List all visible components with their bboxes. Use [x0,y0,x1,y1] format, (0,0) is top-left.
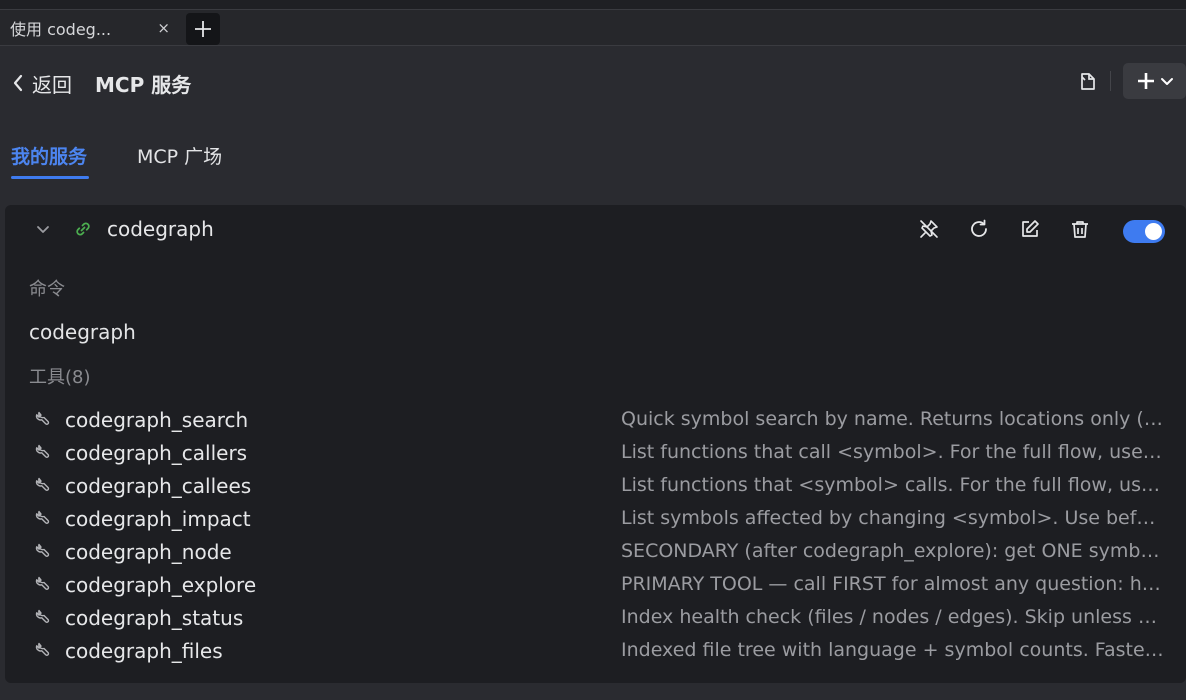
enable-toggle[interactable] [1123,220,1165,243]
tool-row: codegraph_files Indexed file tree with l… [5,634,1186,667]
tool-name: codegraph_explore [65,572,257,597]
back-label: 返回 [32,72,72,97]
tab-mcp-market[interactable]: MCP 广场 [137,130,222,180]
link-icon [72,218,94,240]
tool-name: codegraph_search [65,407,249,432]
document-icon [1081,73,1095,90]
tool-row: codegraph_impact List symbols affected b… [5,502,1186,535]
browser-tab-bar: 使用 codeg... × [0,10,1186,46]
wrench-icon [31,607,51,627]
page-header: 返回 MCP 服务 [0,47,1186,119]
edit-icon [1022,220,1039,237]
back-button[interactable]: 返回 [12,69,72,97]
plus-icon [1137,73,1154,89]
new-tab-button[interactable] [186,13,220,45]
unpin-button[interactable] [917,217,941,241]
plus-icon [195,21,211,37]
chevron-down-icon [37,226,49,233]
tool-row: codegraph_status Index health check (fil… [5,601,1186,634]
tool-description: PRIMARY TOOL — call FIRST for almost any… [621,573,1165,595]
command-value: codegraph [29,320,136,344]
page-title: MCP 服务 [95,72,192,97]
trash-icon [1072,221,1088,238]
browser-tab[interactable]: 使用 codeg... × [0,10,182,46]
tool-description: List functions that call <symbol>. For t… [621,441,1165,463]
tool-row: codegraph_search Quick symbol search by … [5,403,1186,436]
window-top-border [0,0,1186,10]
refresh-button[interactable] [967,217,991,241]
tool-name: codegraph_callers [65,440,248,465]
tool-name: codegraph_impact [65,506,251,531]
refresh-icon [971,219,987,237]
document-button[interactable] [1074,67,1102,95]
close-tab-icon[interactable]: × [157,10,170,46]
header-divider [1110,71,1111,91]
tab-my-services[interactable]: 我的服务 [11,130,87,180]
tool-row: codegraph_node SECONDARY (after codegrap… [5,535,1186,568]
chevron-down-icon [1160,78,1173,85]
wrench-icon [31,508,51,528]
tool-name: codegraph_node [65,539,232,564]
toggle-knob [1145,223,1162,240]
chevron-left-icon [13,74,23,92]
wrench-icon [31,442,51,462]
collapse-toggle[interactable] [33,219,53,239]
wrench-icon [31,640,51,660]
server-name: codegraph [107,217,214,241]
pin-off-icon [920,220,938,238]
wrench-icon [31,409,51,429]
tool-name: codegraph_status [65,605,244,630]
tools-label: 工具(8) [29,367,91,388]
tool-description: Indexed file tree with language + symbol… [621,639,1165,661]
command-label: 命令 [29,279,65,300]
service-tabs: 我的服务 MCP 广场 [0,130,1186,180]
tool-description: SECONDARY (after codegraph_explore): get… [621,540,1165,562]
tool-name: codegraph_files [65,638,223,663]
wrench-icon [31,574,51,594]
tool-description: List functions that <symbol> calls. For … [621,474,1165,496]
wrench-icon [31,475,51,495]
tool-description: Index health check (files / nodes / edge… [621,606,1165,628]
server-card: codegraph 命令 codegraph 工具(8) codegraph_s… [5,205,1186,683]
edit-button[interactable] [1018,217,1042,241]
tool-description: Quick symbol search by name. Returns loc… [621,408,1165,430]
browser-tab-title: 使用 codeg... [10,20,112,39]
tool-name: codegraph_callees [65,473,252,498]
add-server-button[interactable] [1123,63,1186,99]
active-tab-indicator [11,176,89,179]
tool-description: List symbols affected by changing <symbo… [621,507,1165,529]
tool-row: codegraph_callers List functions that ca… [5,436,1186,469]
tool-row: codegraph_callees List functions that <s… [5,469,1186,502]
tool-row: codegraph_explore PRIMARY TOOL — call FI… [5,568,1186,601]
wrench-icon [31,541,51,561]
server-card-header[interactable]: codegraph [5,205,1186,253]
delete-button[interactable] [1068,217,1092,241]
